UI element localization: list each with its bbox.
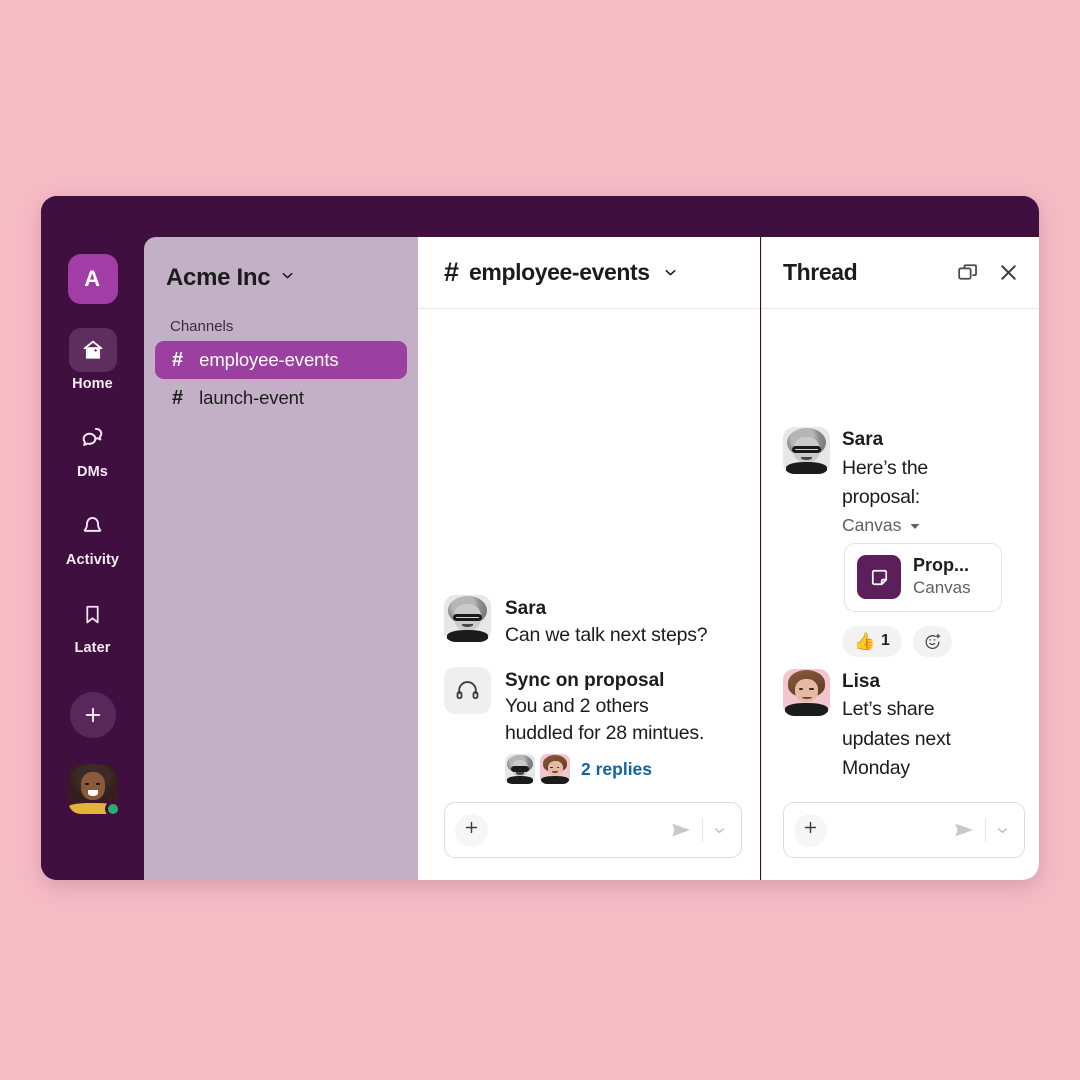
huddle-line-2: huddled for 28 mintues. [505,722,705,745]
thread-message-item: Lisa Let’s share updates next Monday [783,668,1025,784]
channel-sidebar: Acme Inc Channels # employee-events # la… [144,237,418,880]
caret-down-icon [909,520,921,532]
rail-item-label: DMs [77,464,108,480]
facepile-avatar [505,754,535,784]
close-icon[interactable] [996,260,1021,285]
rail-item-label: Later [74,640,111,656]
facepile [505,754,570,784]
sidebar-item-employee-events[interactable]: # employee-events [155,341,407,379]
sidebar-item-launch-event[interactable]: # launch-event [155,379,407,417]
rail-item-activity[interactable]: Activity [57,504,129,568]
rail-item-dms[interactable]: DMs [57,416,129,480]
chevron-down-icon[interactable] [662,264,679,281]
send-controls [669,818,727,842]
bookmark-icon [69,592,117,636]
reaction-count: 1 [881,632,890,650]
thread-title: Thread [783,259,858,285]
thread-message-item: Sara Here’s the proposal: Canvas Prop...… [783,427,1025,612]
headphones-icon [444,666,491,714]
send-icon[interactable] [669,818,693,842]
hash-icon: # [172,349,184,371]
chevron-down-icon [279,267,296,289]
user-avatar[interactable] [67,764,121,817]
replies-count-link[interactable]: 2 replies [581,759,652,780]
app-window: A Home DMs Activity Later Acme Inc Chann… [41,196,1039,880]
thread-replies[interactable]: 2 replies [505,754,704,784]
page-title: employee-events [469,259,650,285]
thread-composer[interactable] [783,802,1025,858]
avatar [783,668,830,716]
huddle-title: Sync on proposal [505,669,665,691]
message-text-line-2: updates next [842,727,951,750]
add-reaction-icon [923,632,942,651]
send-icon[interactable] [952,818,976,842]
bell-icon [69,504,117,548]
canvas-card-subtitle: Canvas [913,577,971,597]
divider [702,818,703,842]
channel-pane: # employee-events Sara Can we talk next … [418,237,760,880]
canvas-icon [857,555,901,600]
message-text: Can we talk next steps? [505,623,708,646]
message-text-line-2: proposal: [842,486,920,509]
message-author: Sara [842,429,884,451]
plus-icon [463,819,480,841]
attach-plus-button[interactable] [455,813,488,847]
rail-item-later[interactable]: Later [57,592,129,656]
facepile-avatar [540,754,570,784]
plus-icon [82,704,104,726]
sidebar-item-label: employee-events [199,349,339,370]
left-rail: A Home DMs Activity Later [41,196,144,880]
huddle-item: Sync on proposal You and 2 others huddle… [444,666,740,784]
message-item: Sara Can we talk next steps? [444,595,740,649]
canvas-card-meta: Prop... Canvas [913,555,971,600]
message-text-line-1: Here’s the [842,456,929,479]
workspace-header[interactable]: Acme Inc [144,237,418,292]
channel-header[interactable]: # employee-events [418,237,760,309]
workspace-name: Acme Inc [166,264,271,291]
home-icon [68,328,117,372]
rail-item-label: Activity [65,552,120,568]
message-list: Sara Can we talk next steps? Sync on pro… [418,309,760,802]
rail-item-label: Home [72,376,113,392]
thread-actions [955,260,1021,285]
message-author: Lisa [842,670,881,692]
message-text-line-3: Monday [842,757,910,780]
divider [985,818,986,842]
send-controls [952,818,1010,842]
thread-pane: Thread Sara Here’s the proposal: Canvas … [761,237,1039,880]
canvas-card-title: Prop... [913,555,970,575]
new-item-button[interactable] [69,692,116,738]
rail-item-home[interactable]: Home [57,328,129,392]
message-author: Sara [505,598,547,619]
attach-plus-button[interactable] [794,813,827,847]
plus-icon [802,819,819,841]
avatar [444,595,491,642]
huddle-line-1: You and 2 others [505,695,649,718]
sidebar-section-label: Channels [170,318,234,335]
sidebar-item-label: launch-event [199,387,304,408]
canvas-attachment-card[interactable]: Prop... Canvas [844,543,1002,612]
workspace-badge[interactable]: A [67,254,118,304]
thumbsup-icon: 👍 [854,631,876,651]
hash-icon: # [444,257,460,287]
thread-header: Thread [762,237,1039,309]
attachment-kind-label: Canvas [842,515,902,535]
avatar [783,427,830,475]
thumbsup-reaction[interactable]: 👍 1 [842,625,902,657]
dms-icon [69,416,117,460]
attachment-kind[interactable]: Canvas [842,515,1002,536]
hash-icon: # [172,387,184,409]
presence-indicator [104,801,121,817]
chevron-down-icon[interactable] [712,823,727,838]
thread-message-list: Sara Here’s the proposal: Canvas Prop...… [762,309,1039,784]
chevron-down-icon[interactable] [995,823,1010,838]
message-text-line-1: Let’s share [842,698,935,721]
message-composer[interactable] [444,802,742,858]
reaction-bar: 👍 1 [842,625,1025,657]
add-reaction-button[interactable] [912,625,952,657]
open-in-split-icon[interactable] [955,260,980,285]
